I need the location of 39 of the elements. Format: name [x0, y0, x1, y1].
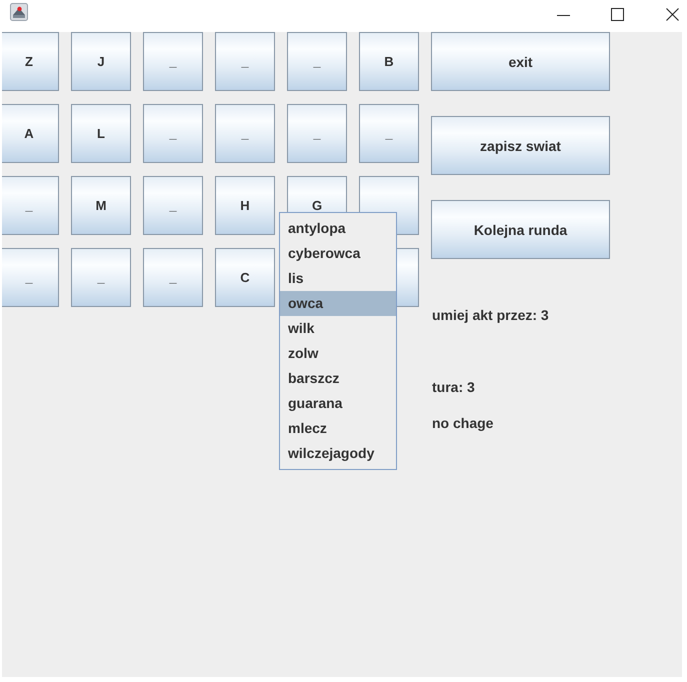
action-button[interactable]: exit	[431, 32, 610, 91]
letter-button[interactable]: _	[2, 248, 59, 307]
letter-button[interactable]: M	[71, 176, 131, 235]
app-icon	[10, 3, 28, 21]
letter-button[interactable]: J	[71, 32, 131, 91]
list-item[interactable]: mlecz	[280, 416, 396, 441]
letter-button[interactable]: _	[143, 248, 203, 307]
list-item[interactable]: wilczejagody	[280, 441, 396, 466]
list-item[interactable]: guarana	[280, 391, 396, 416]
status-label: no chage	[431, 414, 494, 433]
letter-button[interactable]: A	[2, 104, 59, 163]
letter-button[interactable]: _	[287, 104, 347, 163]
list-item[interactable]: lis	[280, 266, 396, 291]
maximize-icon	[610, 8, 624, 20]
letter-button[interactable]: _	[143, 32, 203, 91]
letter-button[interactable]: _	[287, 32, 347, 91]
minimize-icon	[556, 14, 570, 16]
letter-button[interactable]: L	[71, 104, 131, 163]
letter-button[interactable]: _	[143, 176, 203, 235]
action-button[interactable]: Kolejna runda	[431, 200, 610, 259]
letter-button[interactable]: B	[359, 32, 419, 91]
letter-button[interactable]: _	[215, 32, 275, 91]
letter-button[interactable]: _	[359, 104, 419, 163]
letter-button[interactable]: C	[215, 248, 275, 307]
list-item[interactable]: owca	[280, 291, 396, 316]
letter-button[interactable]: _	[71, 248, 131, 307]
status-label: umiej akt przez: 3	[431, 306, 549, 325]
list-item[interactable]: cyberowca	[280, 241, 396, 266]
list-item[interactable]: zolw	[280, 341, 396, 366]
close-icon	[666, 8, 679, 20]
list-item[interactable]: wilk	[280, 316, 396, 341]
status-label: tura: 3	[431, 378, 475, 397]
letter-button[interactable]: _	[2, 176, 59, 235]
letter-button[interactable]: _	[143, 104, 203, 163]
action-button[interactable]: zapisz swiat	[431, 116, 610, 175]
letter-button[interactable]: H	[215, 176, 275, 235]
list-item[interactable]: barszcz	[280, 366, 396, 391]
letter-button[interactable]: _	[215, 104, 275, 163]
letter-button[interactable]: Z	[2, 32, 59, 91]
